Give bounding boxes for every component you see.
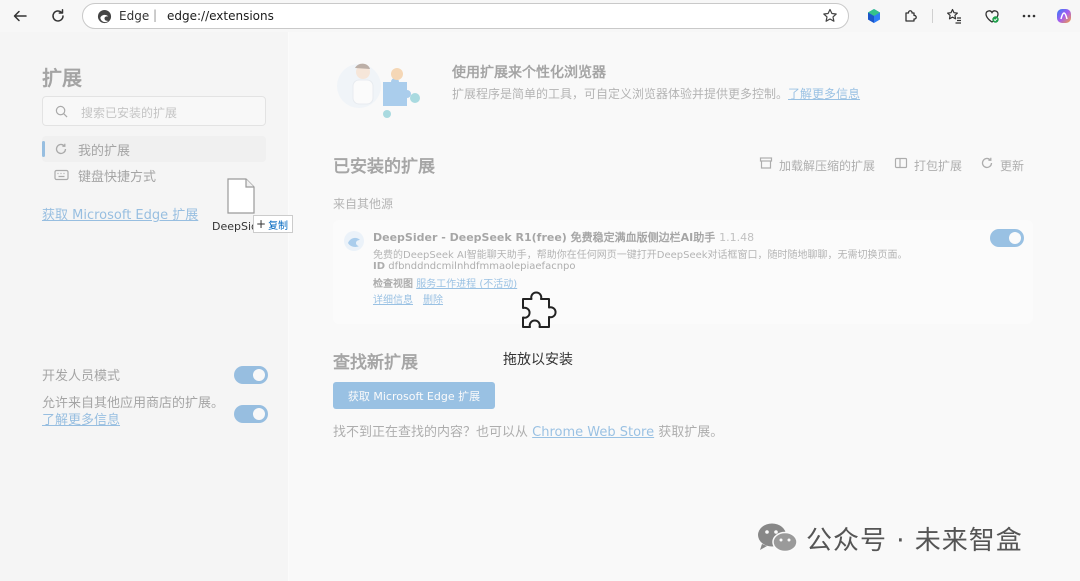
- dragged-file-icon: [227, 178, 255, 214]
- plus-icon: +: [256, 217, 267, 231]
- favorites-list-icon: [947, 8, 961, 24]
- deepsider-logo-icon: [344, 231, 364, 251]
- extension-id: dfbnddndcmilnhdfmmaolepiaefacnpo: [388, 261, 576, 272]
- sidebar-title: 扩展: [42, 66, 82, 90]
- pack-icon: [894, 157, 908, 169]
- drop-to-install-label: 拖放以安装: [503, 352, 573, 368]
- details-link[interactable]: 详细信息: [373, 295, 413, 306]
- get-edge-extensions-link[interactable]: 获取 Microsoft Edge 扩展: [42, 204, 198, 223]
- extension-links: 详细信息 删除: [373, 291, 453, 306]
- favorites-button[interactable]: [944, 6, 964, 26]
- sidebar-item-my-extensions[interactable]: 我的扩展: [42, 136, 266, 162]
- more-dots-icon: [1022, 14, 1036, 18]
- copilot-button[interactable]: [1054, 6, 1074, 26]
- puzzle-icon: [905, 10, 917, 22]
- colored-cube-icon: [868, 9, 880, 23]
- extension-version: 1.1.48: [719, 231, 755, 244]
- site-label: Edge: [119, 9, 150, 23]
- search-icon: [55, 105, 68, 118]
- refresh-button[interactable]: [46, 4, 70, 28]
- sidebar: 扩展 搜索已安装的扩展 我的扩展 键盘快捷方式 获取 Microsoft Edg…: [0, 32, 288, 581]
- update-label: 更新: [1000, 159, 1025, 173]
- dragged-file-name: DeepSider: [212, 220, 254, 233]
- cant-find-suffix: 获取扩展。: [658, 425, 724, 440]
- learn-more-link[interactable]: 了解更多信息: [42, 413, 120, 428]
- cant-find-text: 找不到正在查找的内容？也可以从 Chrome Web Store 获取扩展。: [333, 421, 723, 440]
- main-panel: 使用扩展来个性化浏览器 扩展程序是简单的工具，可自定义浏览器体验并提供更多控制。…: [289, 32, 1080, 581]
- update-icon: [981, 157, 993, 169]
- keyboard-icon: [54, 169, 69, 181]
- hero-description: 扩展程序是简单的工具，可自定义浏览器体验并提供更多控制。了解更多信息: [452, 85, 860, 102]
- chrome-web-store-link[interactable]: Chrome Web Store: [532, 425, 654, 440]
- find-new-extensions-title: 查找新扩展: [333, 353, 418, 373]
- developer-mode-label: 开发人员模式: [42, 369, 121, 384]
- developer-mode-toggle[interactable]: [234, 366, 268, 384]
- extension-app-icon[interactable]: [864, 6, 884, 26]
- remove-link[interactable]: 删除: [423, 295, 443, 306]
- inspect-views-row: 检查视图 服务工作进程 (不活动): [373, 275, 517, 290]
- refresh-icon: [52, 9, 64, 22]
- favorite-star-icon[interactable]: [822, 8, 838, 24]
- load-unpacked-icon: [759, 157, 773, 169]
- copy-badge: + 复制: [253, 215, 294, 233]
- back-arrow-icon: [13, 10, 27, 22]
- copilot-icon: [1057, 9, 1071, 23]
- drop-puzzle-icon: [522, 291, 557, 328]
- browser-toolbar: Edge | edge://extensions: [0, 0, 1080, 32]
- browser-essentials-button[interactable]: [982, 6, 1002, 26]
- more-menu-button[interactable]: [1019, 6, 1039, 26]
- allow-other-stores-text: 允许来自其他应用商店的扩展。: [42, 396, 225, 411]
- pack-extension-label: 打包扩展: [914, 159, 963, 173]
- hero-description-text: 扩展程序是简单的工具，可自定义浏览器体验并提供更多控制。: [452, 87, 789, 101]
- hero-illustration: [337, 63, 420, 118]
- edge-logo-icon: [97, 9, 112, 24]
- extensions-button[interactable]: [901, 6, 921, 26]
- inspect-views-label: 检查视图: [373, 279, 413, 290]
- url-text[interactable]: edge://extensions: [167, 9, 274, 23]
- search-input[interactable]: 搜索已安装的扩展: [42, 96, 266, 126]
- extension-id-row: ID dfbnddndcmilnhdfmmaolepiaefacnpo: [373, 261, 576, 272]
- back-button[interactable]: [8, 4, 32, 28]
- get-edge-extensions-button[interactable]: 获取 Microsoft Edge 扩展: [333, 382, 495, 409]
- service-worker-link[interactable]: 服务工作进程 (不活动): [416, 279, 517, 290]
- extension-id-label: ID: [373, 261, 386, 272]
- extension-description: 免费的DeepSeek AI智能聊天助手，帮助你在任何网页一键打开DeepSee…: [373, 250, 908, 261]
- allow-other-stores-toggle[interactable]: [234, 405, 268, 423]
- heart-pulse-icon: [985, 10, 999, 23]
- wechat-logo-icon: [758, 523, 798, 553]
- refresh-cycle-icon: [55, 143, 67, 155]
- extension-enable-toggle[interactable]: [990, 229, 1024, 247]
- address-bar[interactable]: Edge | edge://extensions: [82, 3, 849, 29]
- extension-name-text: DeepSider - DeepSeek R1(free) 免费稳定满血版侧边栏…: [373, 231, 716, 244]
- watermark: 公众号 · 未来智盒: [756, 518, 1023, 558]
- cant-find-prefix: 找不到正在查找的内容？也可以从: [333, 425, 529, 440]
- sidebar-item-label: 键盘快捷方式: [78, 170, 157, 185]
- sidebar-item-label: 我的扩展: [78, 144, 131, 159]
- address-separator: |: [153, 8, 158, 22]
- installed-extensions-title: 已安装的扩展: [333, 157, 435, 177]
- hero-learn-more-link[interactable]: 了解更多信息: [788, 87, 860, 101]
- load-unpacked-label: 加载解压缩的扩展: [779, 159, 876, 173]
- extension-name: DeepSider - DeepSeek R1(free) 免费稳定满血版侧边栏…: [373, 229, 754, 245]
- toolbar-divider: [932, 9, 933, 23]
- watermark-text: 公众号 · 未来智盒: [806, 525, 1023, 556]
- from-other-sources-heading: 来自其他源: [333, 197, 394, 211]
- copy-label: 复制: [268, 220, 289, 232]
- hero-title: 使用扩展来个性化浏览器: [452, 65, 606, 81]
- allow-other-stores-label: 允许来自其他应用商店的扩展。了解更多信息: [42, 395, 228, 429]
- extension-card: DeepSider - DeepSeek R1(free) 免费稳定满血版侧边栏…: [333, 220, 1033, 324]
- search-placeholder: 搜索已安装的扩展: [81, 106, 178, 120]
